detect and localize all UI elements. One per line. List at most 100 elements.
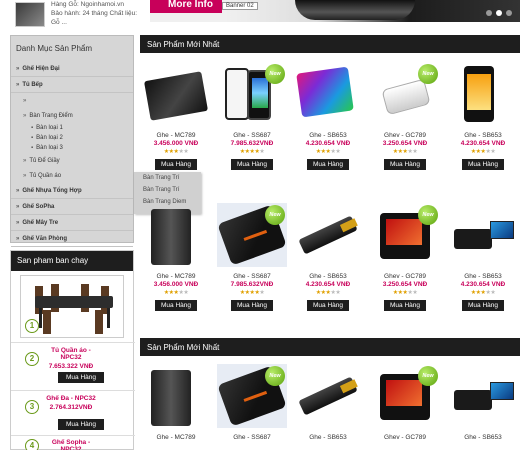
product-name[interactable]: Ghe - SB653 — [293, 434, 363, 441]
product-image[interactable]: New — [217, 364, 287, 428]
product-card[interactable]: Ghe - SB653 4.230.654 VNĐ ★★★★★ Mua Hàng — [293, 203, 363, 311]
product-image[interactable] — [141, 364, 211, 428]
flyout-item[interactable]: Bàn Trang Trí — [134, 184, 201, 196]
top-news[interactable]: Hàng Gỗ: Ngoinhamoi.vn Bảo hành: 24 thán… — [10, 0, 137, 30]
news-title[interactable]: Hàng Gỗ: Ngoinhamoi.vn — [51, 0, 141, 9]
star-icon: ★ — [259, 149, 265, 155]
product-card[interactable]: Ghe - SB653 4.230.654 VNĐ ★★★★★ Mua Hàng — [293, 62, 363, 170]
product-name[interactable]: Ghev - GC789 — [370, 132, 440, 139]
product-image[interactable] — [141, 62, 211, 126]
buy-button[interactable]: Mua Hàng — [462, 300, 504, 311]
category-item[interactable]: » Tủ Bếp — [11, 77, 133, 93]
category-item[interactable]: ▪ Bàn loại 2 — [11, 133, 133, 143]
buy-button[interactable]: Mua Hàng — [155, 300, 197, 311]
category-item[interactable]: » — [11, 93, 133, 108]
more-info-button[interactable]: More Info — [150, 0, 222, 13]
buy-button[interactable]: Mua Hàng — [58, 419, 104, 430]
category-list: » Ghế Hiện Đại» Tủ Bếp»» Bàn Trang Điểm ▪ Bàn… — [11, 61, 133, 247]
buy-button[interactable]: Mua Hàng — [155, 159, 197, 170]
product-image[interactable]: New — [370, 364, 440, 428]
category-item[interactable]: » Tủ Để Giầy — [11, 153, 133, 168]
category-label: Ghế Hiện Đại — [22, 65, 60, 72]
category-label: Ghế Mây Tre — [22, 219, 59, 226]
category-item[interactable]: » Bàn Trang Điểm — [11, 108, 133, 123]
banner-dot[interactable] — [506, 10, 512, 16]
buy-button[interactable]: Mua Hàng — [384, 300, 426, 311]
buy-button[interactable]: Mua Hàng — [384, 159, 426, 170]
category-item[interactable]: » Ghế Hiện Đại — [11, 61, 133, 77]
product-name[interactable]: Ghev - GC789 — [370, 434, 440, 441]
category-item[interactable]: » Ghế Văn Phòng — [11, 231, 133, 247]
category-item[interactable]: » Ghế SoPha — [11, 199, 133, 215]
product-card[interactable]: New Ghe - SS687 7.985.632VNĐ ★★★★★ Mua Hàng — [217, 203, 287, 311]
category-item[interactable]: » Ghế Mây Tre — [11, 215, 133, 231]
category-item[interactable]: » Ghế Nhựa Tổng Hợp — [11, 183, 133, 199]
bestseller-name[interactable]: Ghế Sopha - NPC32 — [43, 439, 99, 450]
product-card[interactable]: Ghe - SB653 — [293, 364, 363, 441]
product-name[interactable]: Ghe - SB653 — [448, 132, 518, 139]
product-image[interactable]: New — [217, 203, 287, 267]
chair-shape — [43, 310, 51, 334]
product-card[interactable]: Ghe - SB653 4.230.654 VNĐ ★★★★★ Mua Hàng — [448, 62, 518, 170]
product-card[interactable]: New Ghe - SS687 7.985.632VNĐ ★★★★★ Mua Hàng — [217, 62, 287, 170]
product-card[interactable]: Ghe - MC789 — [141, 364, 211, 441]
product-image[interactable]: New — [370, 62, 440, 126]
news-thumbnail[interactable] — [15, 2, 45, 27]
product-name[interactable]: Ghe - SB653 — [448, 273, 518, 280]
buy-button[interactable]: Mua Hàng — [307, 300, 349, 311]
product-name[interactable]: Ghe - MC789 — [141, 132, 211, 139]
product-image[interactable] — [293, 62, 363, 126]
product-name[interactable]: Ghe - MC789 — [141, 273, 211, 280]
product-name[interactable]: Ghe - SS687 — [217, 434, 287, 441]
product-card[interactable]: New Ghe - SS687 — [217, 364, 287, 441]
product-image[interactable] — [448, 364, 518, 428]
bestseller-name[interactable]: Tủ Quần áo - NPC32 — [43, 347, 99, 361]
product-name[interactable]: Ghe - SB653 — [448, 434, 518, 441]
bullet-icon: » — [23, 112, 27, 119]
product-image[interactable] — [293, 364, 363, 428]
product-image[interactable]: New — [370, 203, 440, 267]
flyout-item[interactable]: Bàn Trang Trí — [134, 172, 201, 184]
rating-stars: ★★★★★ — [370, 148, 440, 155]
buy-button[interactable]: Mua Hàng — [231, 159, 273, 170]
product-card[interactable]: New Ghev - GC789 — [370, 364, 440, 441]
buy-button[interactable]: Mua Hàng — [231, 300, 273, 311]
product-card[interactable]: Ghe - SB653 4.230.654 VNĐ ★★★★★ Mua Hàng — [448, 203, 518, 311]
product-name[interactable]: Ghev - GC789 — [370, 273, 440, 280]
category-item[interactable]: ▪ Bàn loại 1 — [11, 123, 133, 133]
product-name[interactable]: Ghe - SB653 — [293, 132, 363, 139]
product-name[interactable]: Ghe - MC789 — [141, 434, 211, 441]
category-item[interactable]: » Tủ Quần áo — [11, 168, 133, 183]
banner-dot[interactable] — [486, 10, 492, 16]
buy-button[interactable]: Mua Hàng — [307, 159, 349, 170]
section-title: Sản Phẩm Mới Nhất — [140, 338, 520, 356]
product-name[interactable]: Ghe - SS687 — [217, 132, 287, 139]
product-card[interactable]: Ghe - MC789 3.456.000 VNĐ ★★★★★ Mua Hàng — [141, 203, 211, 311]
product-price: 4.230.654 VNĐ — [460, 140, 506, 147]
product-name[interactable]: Ghe - SB653 — [293, 273, 363, 280]
product-card[interactable]: Ghe - SB653 — [448, 364, 518, 441]
usb-drive-image — [298, 215, 358, 255]
bestseller-name[interactable]: Ghế Đa - NPC32 — [43, 395, 99, 402]
product-image[interactable] — [293, 203, 363, 267]
category-label: Tủ Quần áo — [29, 172, 62, 179]
product-card[interactable]: New Ghev - GC789 3.250.654 VNĐ ★★★★★ Mua Hàn… — [370, 203, 440, 311]
category-item[interactable]: ▪ Bàn loại 3 — [11, 143, 133, 153]
buy-button[interactable]: Mua Hàng — [58, 372, 104, 383]
bullet-icon: » — [23, 157, 27, 164]
rank-badge: 4 — [25, 439, 39, 450]
banner-dot-active[interactable] — [496, 10, 502, 16]
product-card[interactable]: Ghe - MC789 3.456.000 VNĐ ★★★★★ Mua Hàng — [141, 62, 211, 170]
star-icon: ★ — [490, 149, 496, 155]
product-image[interactable]: New — [217, 62, 287, 126]
wallet-image — [143, 71, 209, 121]
product-card[interactable]: New Ghev - GC789 3.250.654 VNĐ ★★★★★ Mua Hàn… — [370, 62, 440, 170]
bullet-icon: » — [16, 81, 20, 88]
buy-button[interactable]: Mua Hàng — [462, 159, 504, 170]
product-image[interactable] — [448, 62, 518, 126]
product-name[interactable]: Ghe - SS687 — [217, 273, 287, 280]
product-image[interactable] — [141, 203, 211, 267]
category-label: Ghế SoPha — [22, 203, 55, 210]
hero-banner[interactable]: More Info Banner 02 — [150, 0, 520, 22]
product-image[interactable] — [448, 203, 518, 267]
